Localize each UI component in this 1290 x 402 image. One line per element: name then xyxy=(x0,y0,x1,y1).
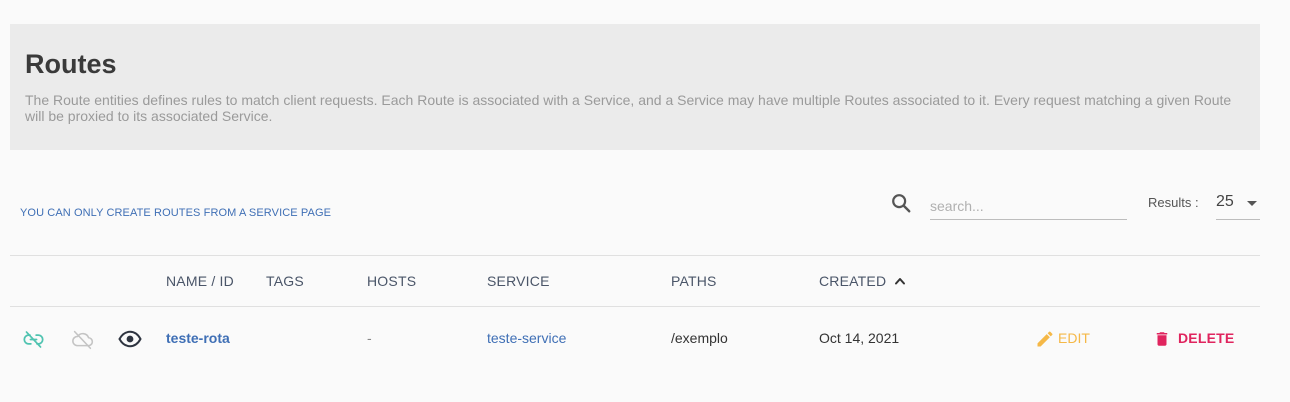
pencil-icon xyxy=(1037,331,1053,347)
page-header: Routes The Route entities defines rules … xyxy=(10,24,1260,150)
column-header-created[interactable]: CREATED xyxy=(819,273,886,289)
page-title: Routes xyxy=(25,49,117,79)
results-label: Results : xyxy=(1148,195,1199,210)
column-header-tags[interactable]: TAGS xyxy=(266,273,304,289)
column-header-name[interactable]: NAME / ID xyxy=(166,273,234,289)
unlink-icon[interactable] xyxy=(23,329,44,350)
create-routes-notice: YOU CAN ONLY CREATE ROUTES FROM A SERVIC… xyxy=(20,207,332,219)
page-description: The Route entities defines rules to matc… xyxy=(25,92,1232,124)
results-per-page-value: 25 xyxy=(1216,193,1234,210)
delete-button-label: DELETE xyxy=(1178,330,1235,346)
column-header-service[interactable]: SERVICE xyxy=(487,273,550,289)
table-divider xyxy=(10,255,1260,256)
cloud-off-icon[interactable] xyxy=(70,329,95,350)
route-name-link[interactable]: teste-rota xyxy=(166,330,230,346)
route-hosts: - xyxy=(367,330,372,346)
caret-down-icon xyxy=(1247,201,1257,206)
route-service-link[interactable]: teste-service xyxy=(487,330,566,346)
route-paths: /exemplo xyxy=(671,330,728,346)
search-input[interactable] xyxy=(930,192,1127,220)
chevron-up-icon[interactable] xyxy=(893,274,907,288)
route-created-date: Oct 14, 2021 xyxy=(819,330,900,346)
results-per-page-select[interactable]: 25 xyxy=(1216,192,1260,220)
column-header-hosts[interactable]: HOSTS xyxy=(367,273,416,289)
edit-button-label: EDIT xyxy=(1058,330,1090,346)
search-icon[interactable] xyxy=(890,192,912,214)
trash-icon xyxy=(1156,332,1168,346)
column-header-paths[interactable]: PATHS xyxy=(671,273,717,289)
eye-icon[interactable] xyxy=(118,330,142,348)
table-divider xyxy=(10,306,1260,307)
